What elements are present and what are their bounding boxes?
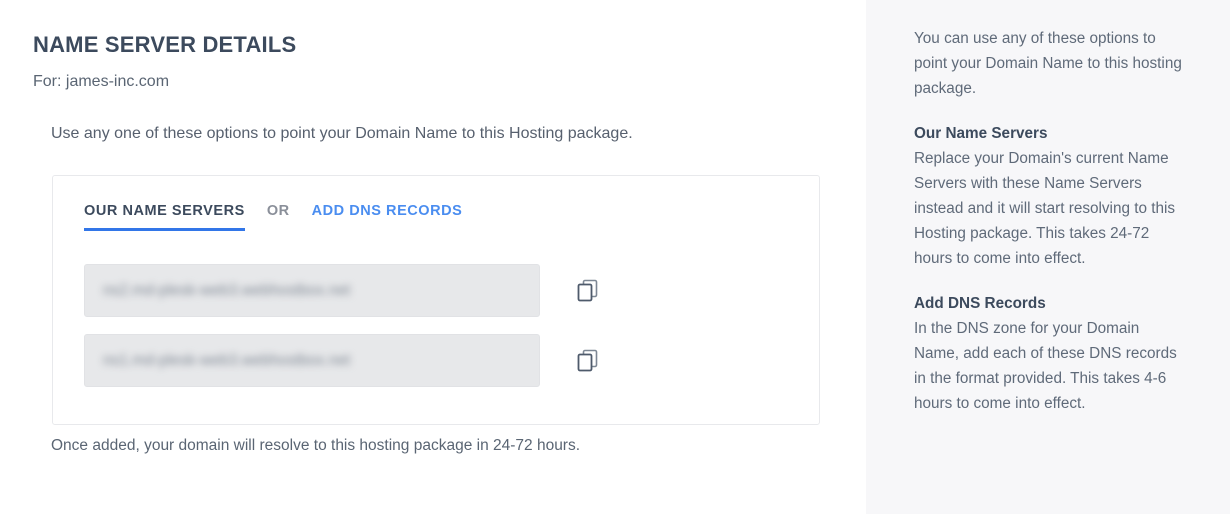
page-subtitle-domain: For: james-inc.com [33, 73, 170, 90]
sidebar-intro-text: You can use any of these options to poin… [914, 30, 1182, 97]
nameserver-field-2[interactable]: ns1.md-plesk-web3.webhostbox.net [84, 334, 540, 387]
main-content-column: NAME SERVER DETAILS For: james-inc.com U… [0, 0, 866, 514]
copy-nameserver-1-button[interactable] [573, 276, 603, 306]
sidebar-intro-block: You can use any of these options to poin… [914, 26, 1184, 101]
nameserver-list: ns2.md-plesk-web3.webhostbox.net ns1.md-… [84, 264, 790, 404]
name-server-details-page: NAME SERVER DETAILS For: james-inc.com U… [0, 0, 1230, 514]
copy-icon [577, 349, 598, 371]
nameserver-value-2: ns1.md-plesk-web3.webhostbox.net [103, 351, 351, 369]
sidebar-body-add-dns-records: In the DNS zone for your Domain Name, ad… [914, 320, 1177, 412]
name-server-card: OUR NAME SERVERS OR ADD DNS RECORDS ns2.… [52, 175, 820, 425]
nameserver-row: ns1.md-plesk-web3.webhostbox.net [84, 334, 790, 387]
tab-bar: OUR NAME SERVERS OR ADD DNS RECORDS [84, 203, 462, 231]
copy-icon [577, 279, 598, 301]
sidebar-heading-our-name-servers: Our Name Servers [914, 125, 1048, 142]
sidebar-body-our-name-servers: Replace your Domain's current Name Serve… [914, 150, 1176, 267]
page-title: NAME SERVER DETAILS [33, 32, 297, 57]
sidebar-section-our-name-servers: Our Name Servers Replace your Domain's c… [914, 121, 1184, 271]
copy-nameserver-2-button[interactable] [573, 346, 603, 376]
nameserver-field-1[interactable]: ns2.md-plesk-web3.webhostbox.net [84, 264, 540, 317]
sidebar-section-add-dns-records: Add DNS Records In the DNS zone for your… [914, 291, 1184, 416]
intro-instruction-text: Use any one of these options to point yo… [51, 125, 633, 142]
resolve-time-note: Once added, your domain will resolve to … [51, 437, 581, 454]
tab-separator-or: OR [266, 203, 290, 219]
help-sidebar: You can use any of these options to poin… [866, 0, 1230, 514]
nameserver-value-1: ns2.md-plesk-web3.webhostbox.net [103, 281, 351, 299]
tab-add-dns-records[interactable]: ADD DNS RECORDS [312, 203, 463, 219]
nameserver-row: ns2.md-plesk-web3.webhostbox.net [84, 264, 790, 317]
tab-our-name-servers[interactable]: OUR NAME SERVERS [84, 203, 245, 231]
sidebar-heading-add-dns-records: Add DNS Records [914, 295, 1046, 312]
